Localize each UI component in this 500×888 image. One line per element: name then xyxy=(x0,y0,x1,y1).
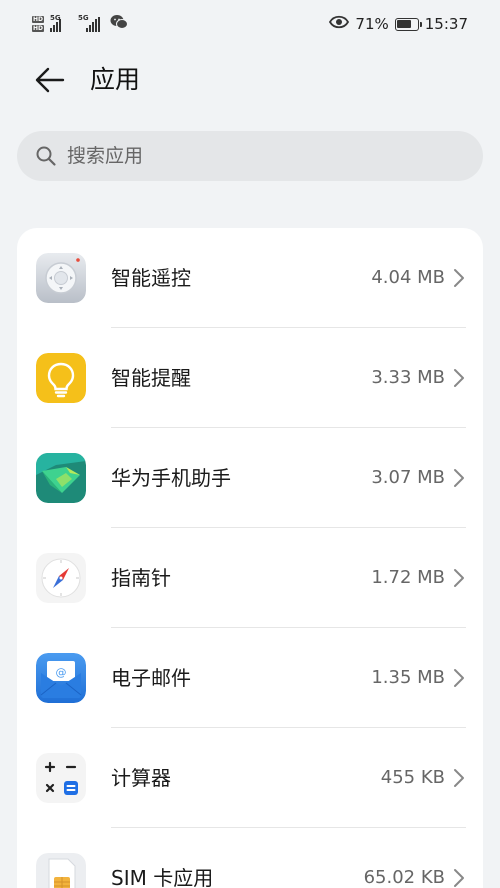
network-type-1: 5G xyxy=(50,14,61,22)
app-size: 4.04 MB xyxy=(371,267,445,288)
svg-text:@: @ xyxy=(56,666,67,679)
search-bar[interactable] xyxy=(17,131,483,181)
status-bar: HD HD 5G 5G 71% 15:37 xyxy=(0,0,500,48)
eye-comfort-icon xyxy=(329,15,350,33)
remote-control-icon xyxy=(36,253,86,303)
page-title: 应用 xyxy=(90,65,141,94)
list-item-phone-assistant[interactable]: 华为手机助手 3.07 MB xyxy=(17,428,483,528)
chevron-right-icon xyxy=(454,869,464,887)
app-name: SIM 卡应用 xyxy=(111,866,214,888)
app-size: 1.35 MB xyxy=(371,667,445,688)
app-name: 指南针 xyxy=(111,566,171,590)
hd-badge: HD HD xyxy=(32,16,45,32)
app-size: 65.02 KB xyxy=(363,867,445,888)
hd-label-1: HD xyxy=(32,16,45,23)
back-button[interactable] xyxy=(30,62,70,98)
hd-label-2: HD xyxy=(32,25,45,32)
app-name: 智能遥控 xyxy=(111,266,191,290)
list-item-email[interactable]: @ 电子邮件 1.35 MB xyxy=(17,628,483,728)
signal-icon-1: 5G xyxy=(50,14,68,32)
chevron-right-icon xyxy=(454,769,464,787)
chevron-right-icon xyxy=(454,469,464,487)
app-name: 智能提醒 xyxy=(111,366,191,390)
app-size: 455 KB xyxy=(380,767,445,788)
search-icon xyxy=(36,146,56,166)
app-list: 智能遥控 4.04 MB 智能提醒 3.33 MB 华为手机助手 3.07 MB… xyxy=(17,228,483,888)
back-arrow-icon xyxy=(35,67,65,93)
list-item-sim-card[interactable]: SIM 卡应用 65.02 KB xyxy=(17,828,483,888)
signal-icon-2: 5G xyxy=(78,14,104,32)
wechat-icon xyxy=(110,14,129,34)
status-left: HD HD 5G 5G xyxy=(32,14,129,34)
network-type-2: 5G xyxy=(78,14,89,22)
app-size: 3.33 MB xyxy=(371,367,445,388)
app-size: 1.72 MB xyxy=(371,567,445,588)
app-name: 电子邮件 xyxy=(111,666,191,690)
list-item-smart-remote[interactable]: 智能遥控 4.04 MB xyxy=(17,228,483,328)
chevron-right-icon xyxy=(454,269,464,287)
app-name: 华为手机助手 xyxy=(111,466,231,490)
list-item-calculator[interactable]: 计算器 455 KB xyxy=(17,728,483,828)
search-input[interactable] xyxy=(67,145,427,167)
compass-icon xyxy=(36,553,86,603)
phone-assistant-icon xyxy=(36,453,86,503)
chevron-right-icon xyxy=(454,569,464,587)
battery-icon xyxy=(394,17,422,31)
list-item-compass[interactable]: 指南针 1.72 MB xyxy=(17,528,483,628)
email-icon: @ xyxy=(36,653,86,703)
lightbulb-icon xyxy=(36,353,86,403)
sim-card-icon xyxy=(36,853,86,888)
status-right: 71% 15:37 xyxy=(329,15,468,33)
header: 应用 xyxy=(0,52,500,108)
chevron-right-icon xyxy=(454,669,464,687)
battery-percent: 71% xyxy=(355,15,389,33)
clock: 15:37 xyxy=(424,15,468,33)
list-item-smart-reminder[interactable]: 智能提醒 3.33 MB xyxy=(17,328,483,428)
app-size: 3.07 MB xyxy=(371,467,445,488)
app-name: 计算器 xyxy=(111,766,171,790)
calculator-icon xyxy=(36,753,86,803)
chevron-right-icon xyxy=(454,369,464,387)
